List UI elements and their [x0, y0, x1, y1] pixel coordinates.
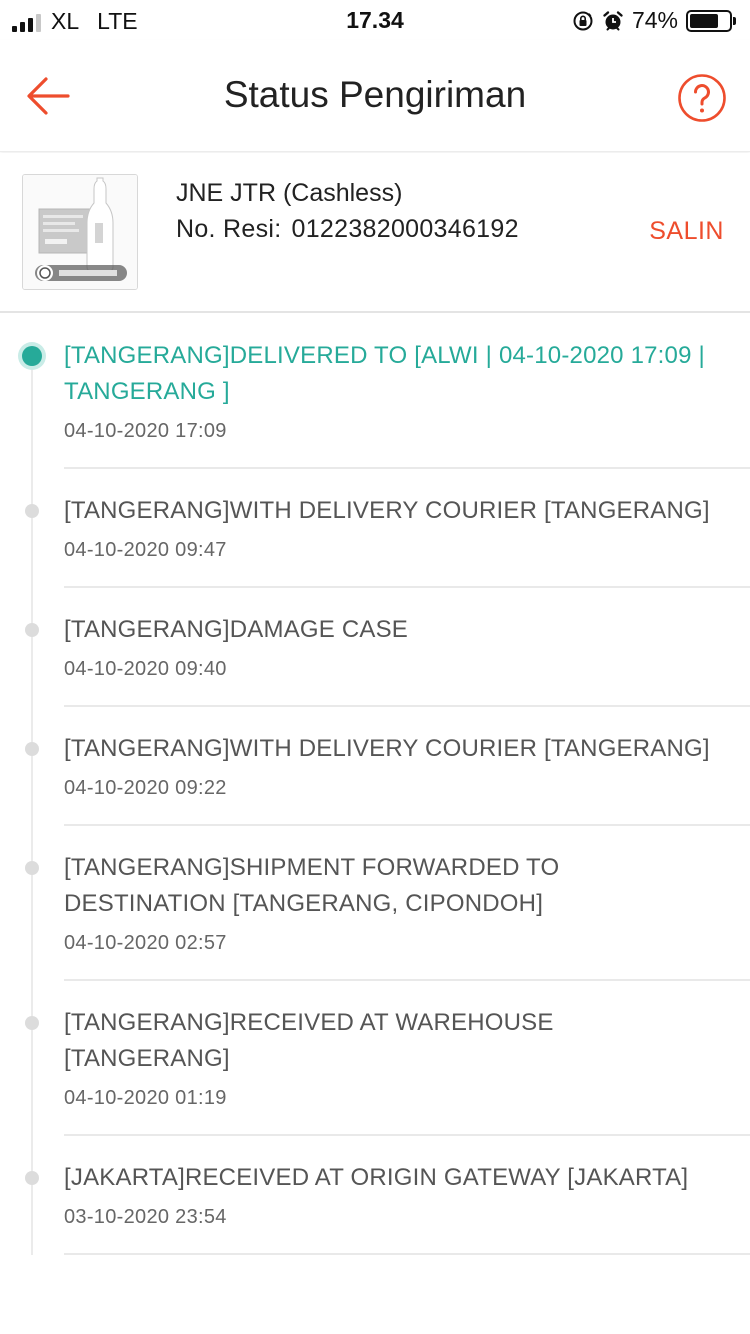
rotation-lock-icon	[573, 11, 593, 30]
page-title: Status Pengiriman	[223, 74, 527, 115]
timeline-dot	[25, 623, 39, 637]
timeline-line	[31, 370, 33, 469]
timeline-line	[31, 707, 33, 826]
timeline-event: [TANGERANG]DELIVERED TO [ALWI | 04-10-20…	[0, 314, 750, 469]
tracking-timeline: [TANGERANG]DELIVERED TO [ALWI | 04-10-20…	[0, 314, 750, 1255]
timeline-event-content: [TANGERANG]DELIVERED TO [ALWI | 04-10-20…	[64, 314, 750, 469]
timeline-line	[31, 981, 33, 1136]
event-time: 04-10-2020 09:47	[64, 539, 227, 561]
timeline-event-content: [TANGERANG]RECEIVED AT WAREHOUSE [TANGER…	[64, 981, 750, 1136]
event-time: 03-10-2020 23:54	[64, 1206, 227, 1228]
status-bar: XL LTE 17.34 74%	[0, 0, 750, 40]
timeline-event-content: [TANGERANG]DAMAGE CASE 04-10-2020 09:40	[64, 588, 750, 707]
event-description: [TANGERANG]WITH DELIVERY COURIER [TANGER…	[64, 497, 710, 524]
timeline-event: [TANGERANG]RECEIVED AT WAREHOUSE [TANGER…	[0, 981, 750, 1136]
timeline-event-content: [TANGERANG]WITH DELIVERY COURIER [TANGER…	[64, 469, 750, 588]
battery-percent: 74%	[631, 7, 678, 33]
timeline-line	[31, 469, 33, 588]
tracking-number-value: 0122382000346192	[291, 215, 519, 243]
event-time: 04-10-2020 09:40	[64, 658, 227, 680]
event-description: [TANGERANG]DELIVERED TO [ALWI | 04-10-20…	[64, 342, 705, 405]
tracking-number: No. Resi: 0122382000346192	[176, 215, 519, 244]
timeline-line	[31, 1136, 33, 1255]
shipment-card: JNE JTR (Cashless) No. Resi: 012238200034…	[0, 153, 750, 313]
alarm-icon	[603, 10, 623, 30]
product-image	[23, 175, 137, 289]
timeline-event: [TANGERANG]WITH DELIVERY COURIER [TANGER…	[0, 707, 750, 826]
timeline-dot	[25, 1171, 39, 1185]
event-description: [TANGERANG]DAMAGE CASE	[64, 616, 409, 643]
timeline-event-content: [JAKARTA]RECEIVED AT ORIGIN GATEWAY [JAK…	[64, 1136, 750, 1255]
timeline-line	[31, 826, 33, 981]
timeline-dot	[25, 504, 39, 518]
timeline-dot	[25, 1016, 39, 1030]
event-time: 04-10-2020 02:57	[64, 932, 227, 954]
courier-name: JNE JTR (Cashless)	[176, 179, 403, 207]
timeline-event-content: [TANGERANG]SHIPMENT FORWARDED TO DESTINA…	[64, 826, 750, 981]
event-description: [TANGERANG]SHIPMENT FORWARDED TO DESTINA…	[64, 854, 560, 917]
event-time: 04-10-2020 09:22	[64, 777, 227, 799]
question-circle-icon[interactable]	[677, 73, 727, 123]
event-time: 04-10-2020 01:19	[64, 1087, 227, 1109]
timeline-dot	[25, 861, 39, 875]
timeline-event-content: [TANGERANG]WITH DELIVERY COURIER [TANGER…	[64, 707, 750, 826]
app-header: Status Pengiriman	[0, 40, 750, 152]
product-thumbnail	[22, 174, 138, 290]
timeline-event: [TANGERANG]SHIPMENT FORWARDED TO DESTINA…	[0, 826, 750, 981]
timeline-event: [TANGERANG]DAMAGE CASE 04-10-2020 09:40	[0, 588, 750, 707]
timeline-event: [TANGERANG]WITH DELIVERY COURIER [TANGER…	[0, 469, 750, 588]
timeline-dot	[25, 742, 39, 756]
event-time: 04-10-2020 17:09	[64, 420, 227, 442]
battery-icon	[686, 9, 736, 32]
timeline-line	[31, 588, 33, 707]
event-description: [JAKARTA]RECEIVED AT ORIGIN GATEWAY [JAK…	[64, 1164, 689, 1191]
status-bar-right: 74%	[572, 7, 736, 34]
timeline-dot-active	[22, 346, 42, 366]
tracking-number-label: No. Resi:	[176, 215, 282, 243]
timeline-event: [JAKARTA]RECEIVED AT ORIGIN GATEWAY [JAK…	[0, 1136, 750, 1255]
copy-button[interactable]: SALIN	[649, 217, 724, 246]
event-description: [TANGERANG]WITH DELIVERY COURIER [TANGER…	[64, 735, 710, 762]
event-description: [TANGERANG]RECEIVED AT WAREHOUSE [TANGER…	[64, 1009, 554, 1072]
